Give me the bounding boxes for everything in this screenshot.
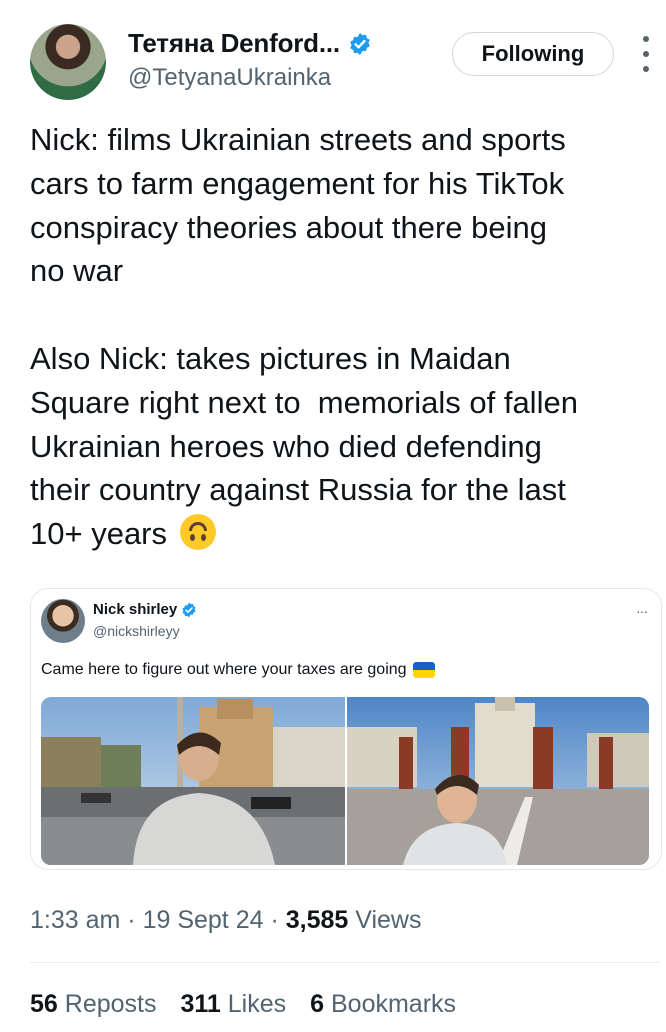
quoted-text-content: Came here to figure out where your taxes… — [41, 661, 407, 678]
bookmarks-label: Bookmarks — [324, 990, 457, 1018]
tweet-line: their country against Russia for the las… — [30, 472, 566, 508]
quoted-author-name-row: Nick shirley — [93, 601, 197, 618]
meta-separator: · — [120, 906, 143, 934]
reposts-stat[interactable]: 56 Reposts — [30, 990, 156, 1019]
quoted-photo-maidan[interactable] — [347, 697, 649, 865]
quoted-tweet-text: Came here to figure out where your taxes… — [41, 661, 435, 679]
ukraine-flag-icon — [412, 662, 435, 678]
divider — [30, 962, 660, 963]
tweet-date[interactable]: 19 Sept 24 — [143, 906, 264, 935]
tweet-text: Nick: films Ukrainian streets and sports… — [30, 118, 650, 556]
author-name[interactable]: Тетяна Denford... — [128, 28, 340, 59]
meta-separator: · — [263, 906, 286, 934]
likes-stat[interactable]: 311 Likes — [180, 990, 286, 1019]
bookmarks-count: 6 — [310, 990, 325, 1018]
tweet-line: Also Nick: takes pictures in Maidan — [30, 340, 511, 376]
quoted-tweet-card[interactable]: Nick shirley @nickshirleyy ··· Came here… — [30, 588, 662, 870]
tweet-line: Nick: films Ukrainian streets and sports — [30, 122, 566, 157]
reposts-label: Reposts — [57, 990, 157, 1018]
reposts-count: 56 — [30, 990, 58, 1018]
tweet-time[interactable]: 1:33 am — [30, 906, 120, 935]
author-avatar[interactable] — [30, 24, 106, 100]
views-count: 3,585 — [285, 906, 349, 934]
quoted-author-avatar[interactable] — [41, 599, 85, 643]
tweet-header: Тетяна Denford... @TetyanaUkrainka Follo… — [0, 0, 666, 110]
quoted-more-options-icon[interactable]: ··· — [636, 603, 648, 619]
tweet-line: conspiracy theories about there being — [30, 209, 547, 245]
author-name-row[interactable]: Тетяна Denford... — [128, 28, 372, 59]
likes-label: Likes — [220, 990, 287, 1018]
verified-badge-icon — [350, 32, 370, 55]
following-button[interactable]: Following — [452, 32, 614, 76]
views-label: Views — [348, 906, 422, 934]
engagement-stats: 56 Reposts 311 Likes 6 Bookmarks — [30, 990, 480, 1019]
upside-down-face-emoji-icon — [179, 514, 216, 551]
quoted-author-handle[interactable]: @nickshirleyy — [93, 623, 180, 639]
more-options-icon[interactable] — [636, 36, 656, 72]
quoted-author-name[interactable]: Nick shirley — [93, 601, 177, 618]
bookmarks-stat[interactable]: 6 Bookmarks — [310, 990, 456, 1019]
tweet-line: 10+ years — [30, 516, 168, 552]
tweet-line: cars to farm engagement for his TikTok — [30, 165, 565, 201]
tweet-line: Square right next to memorials of fallen — [30, 384, 578, 420]
tweet-metadata: 1:33 am · 19 Sept 24 · 3,585 Views — [30, 906, 421, 935]
tweet-line: Ukrainian heroes who died defending — [30, 428, 542, 464]
tweet-line: no war — [30, 253, 124, 289]
likes-count: 311 — [180, 990, 221, 1018]
quoted-verified-badge-icon — [182, 602, 196, 617]
quoted-photo-street[interactable] — [41, 697, 345, 865]
author-handle[interactable]: @TetyanaUkrainka — [128, 64, 331, 92]
